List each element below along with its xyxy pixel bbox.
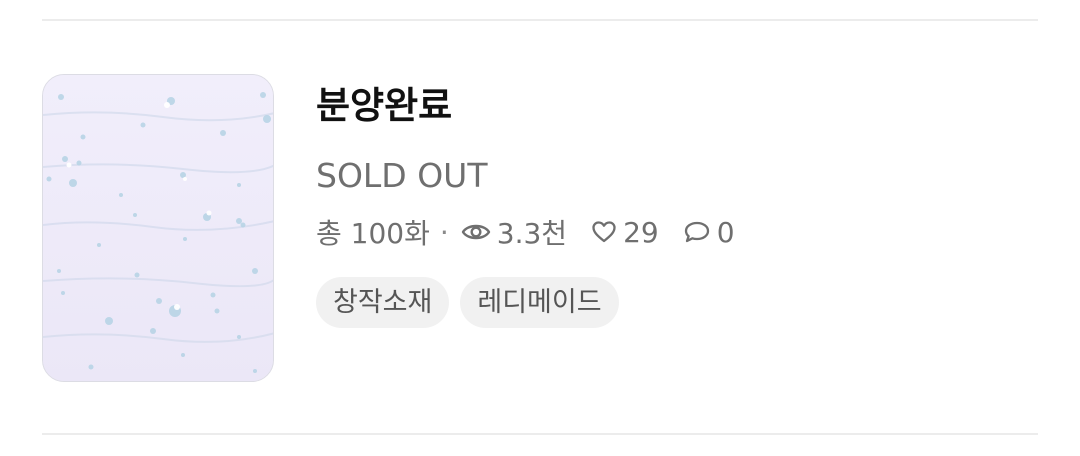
like-stat: 29: [591, 216, 659, 249]
item-stats: 총 100화 · 3.3천 29 0: [316, 212, 735, 252]
comment-icon: [683, 220, 711, 244]
top-divider: [42, 19, 1038, 21]
heart-icon: [591, 220, 617, 244]
view-stat: 3.3천: [461, 212, 567, 252]
list-item[interactable]: 분양완료 SOLD OUT 총 100화 · 3.3천 29 0 창작소재 레디…: [42, 74, 1038, 384]
bottom-divider: [42, 433, 1038, 435]
like-count: 29: [623, 215, 659, 249]
cover-texture: [43, 75, 273, 381]
tag-chip[interactable]: 레디메이드: [460, 277, 619, 328]
eye-icon: [461, 221, 491, 243]
episode-count: 총 100화: [316, 217, 430, 250]
comment-stat: 0: [683, 216, 735, 249]
item-title[interactable]: 분양완료: [316, 84, 452, 128]
tag-list: 창작소재 레디메이드: [316, 277, 619, 328]
list-frame: 분양완료 SOLD OUT 총 100화 · 3.3천 29 0 창작소재 레디…: [0, 0, 1080, 456]
view-count: 3.3천: [496, 217, 568, 250]
cover-image[interactable]: [42, 74, 274, 382]
meta-separator: ·: [439, 215, 449, 249]
tag-chip[interactable]: 창작소재: [316, 277, 450, 328]
item-info: 분양완료 SOLD OUT 총 100화 · 3.3천 29 0 창작소재 레디…: [316, 74, 1016, 374]
comment-count: 0: [716, 215, 735, 249]
item-subtitle: SOLD OUT: [316, 156, 488, 195]
